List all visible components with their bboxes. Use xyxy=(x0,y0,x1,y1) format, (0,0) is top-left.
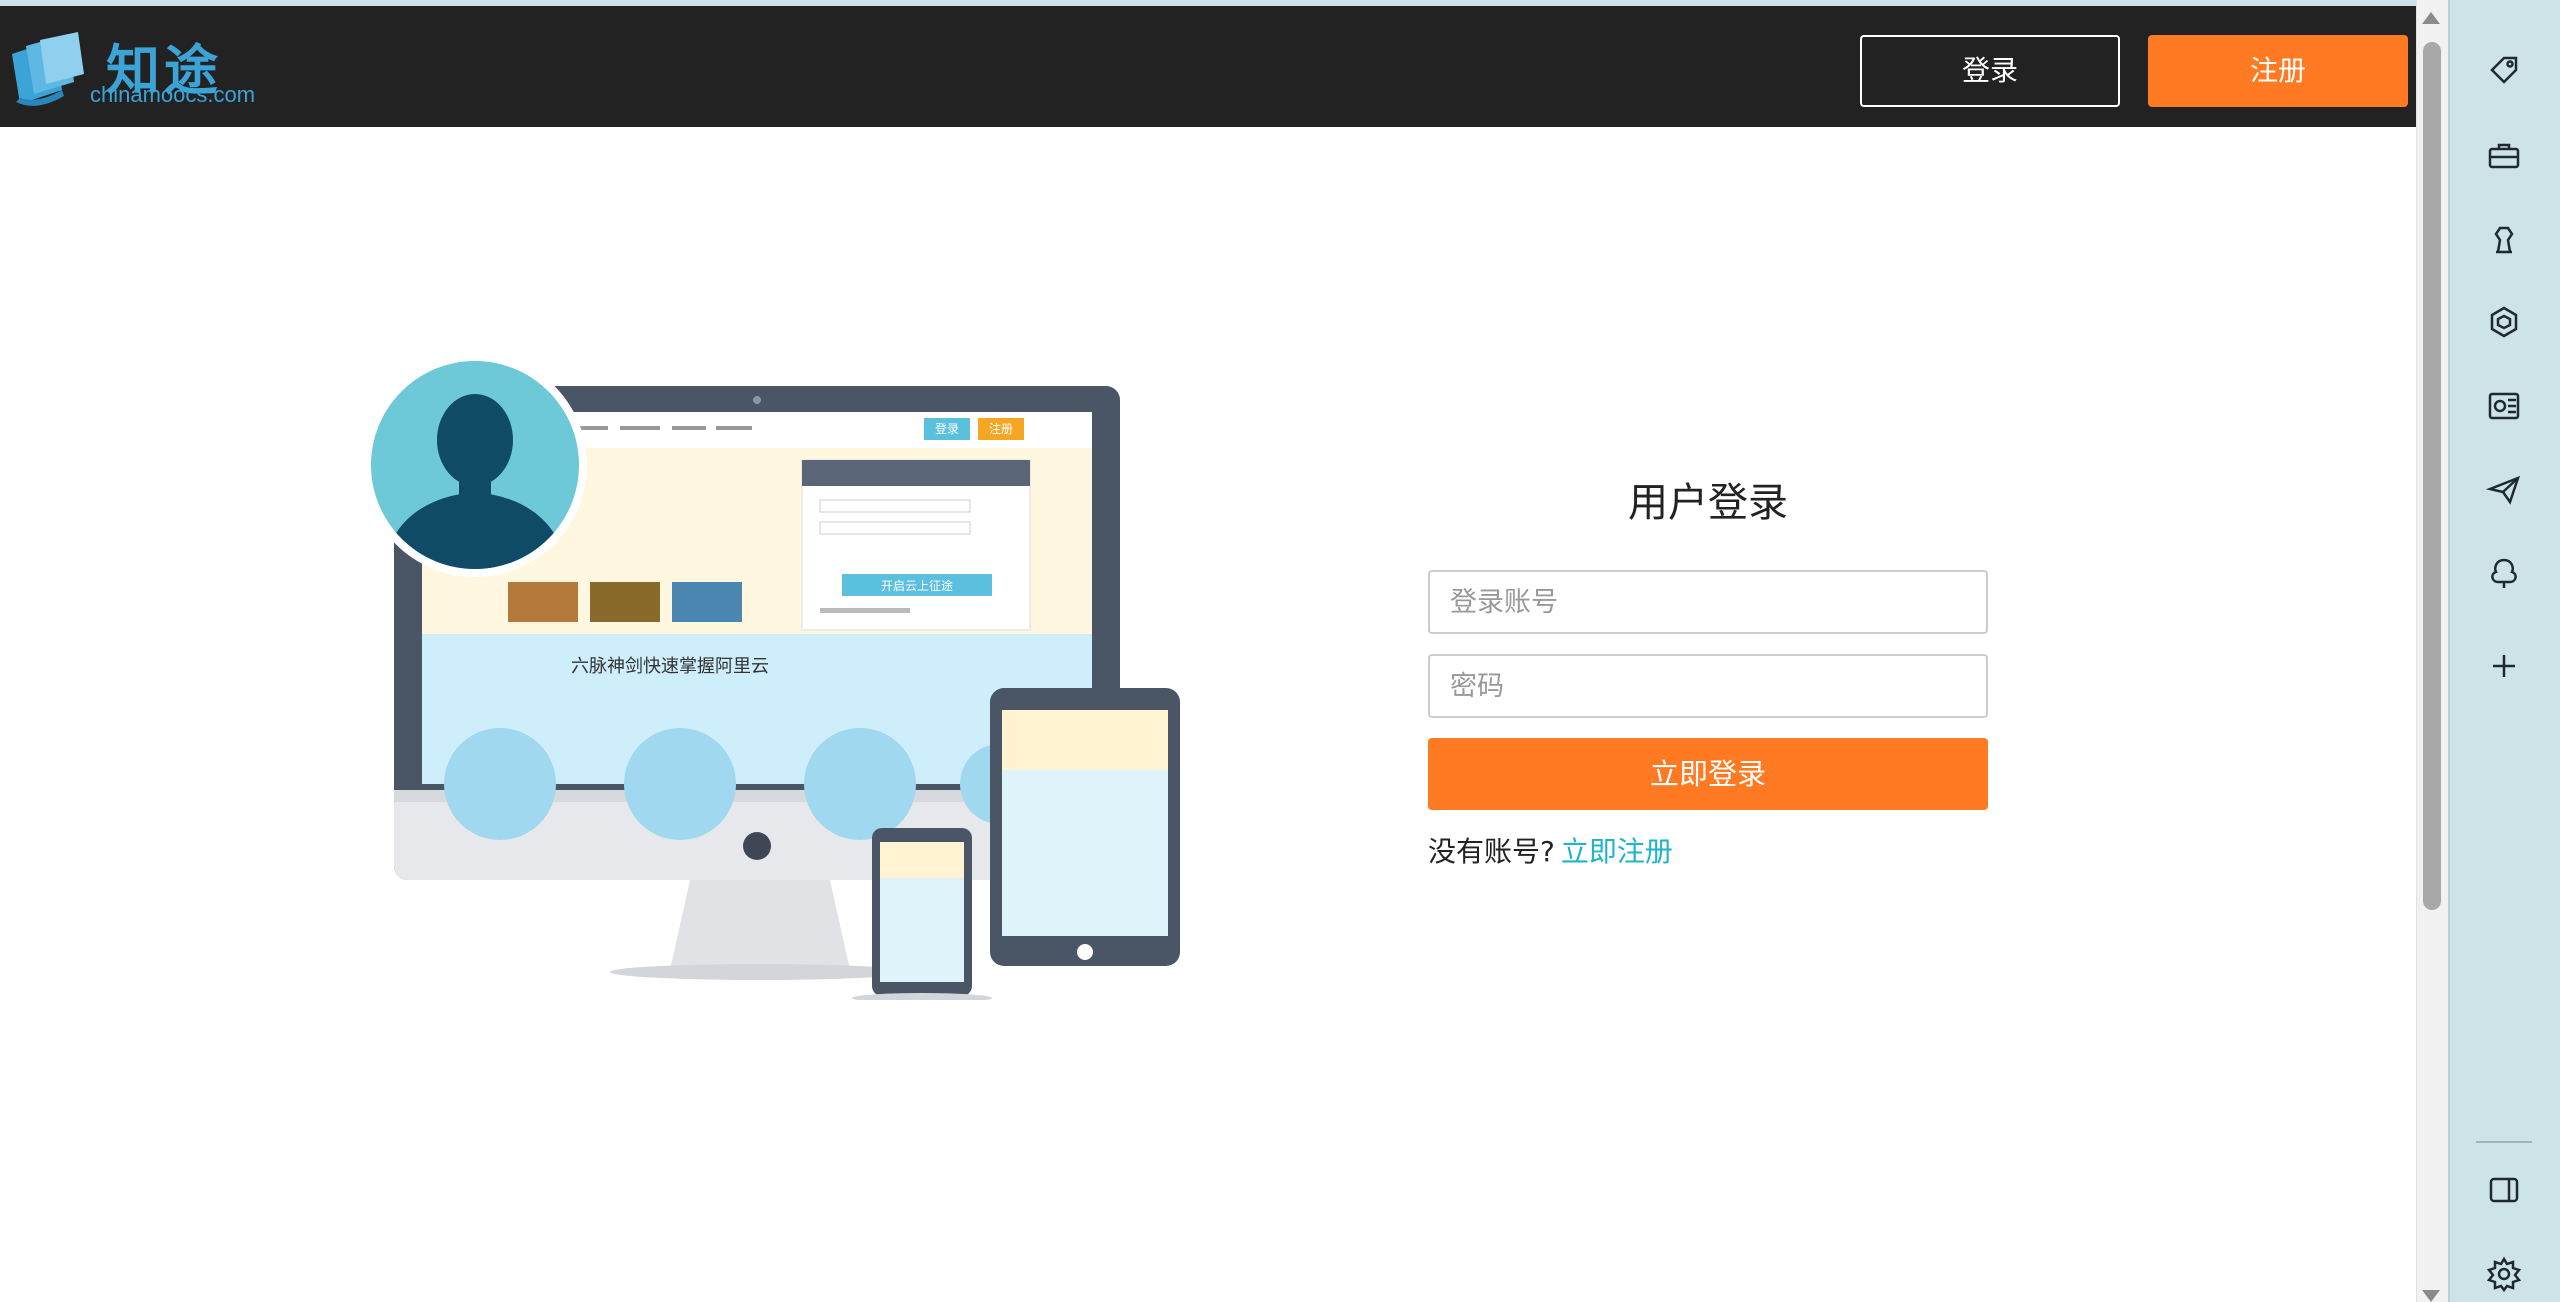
header-login-button[interactable]: 登录 xyxy=(1860,35,2120,107)
no-account-text: 没有账号? xyxy=(1428,835,1555,868)
outlook-icon[interactable] xyxy=(2484,386,2524,426)
screen-banner-text: 六脉神剑快速掌握阿里云 xyxy=(571,656,769,677)
device-illustration: 登录 注册 开启云上征途 六脉神剑快速掌握阿里云 xyxy=(363,360,1180,1000)
monitor-camera xyxy=(753,396,761,404)
tree-icon[interactable] xyxy=(2484,554,2524,594)
tag-icon[interactable] xyxy=(2484,50,2524,90)
monitor-button xyxy=(743,832,771,860)
logo-books-icon xyxy=(12,32,84,106)
add-icon[interactable] xyxy=(2484,646,2524,686)
header-register-button[interactable]: 注册 xyxy=(2148,35,2408,107)
login-submit-button[interactable]: 立即登录 xyxy=(1428,738,1988,810)
no-account-row: 没有账号? 立即注册 xyxy=(1428,830,1673,870)
screen-register-chip-text: 注册 xyxy=(989,421,1013,436)
settings-icon[interactable] xyxy=(2484,1254,2524,1294)
site-logo[interactable]: 知途 chinamoocs.com xyxy=(6,24,256,114)
sidebar-divider xyxy=(2476,1141,2532,1143)
chess-icon[interactable] xyxy=(2484,220,2524,260)
register-link[interactable]: 立即注册 xyxy=(1561,835,1673,868)
account-input[interactable] xyxy=(1428,570,1988,634)
password-input[interactable] xyxy=(1428,654,1988,718)
scroll-up-arrow-icon[interactable] xyxy=(2422,12,2440,24)
logo-english-text: chinamoocs.com xyxy=(90,82,256,107)
scroll-down-arrow-icon[interactable] xyxy=(2422,1290,2440,1302)
login-title: 用户登录 xyxy=(1628,480,1788,526)
toolbox-icon[interactable] xyxy=(2484,136,2524,176)
office-icon[interactable] xyxy=(2484,302,2524,342)
panel-icon[interactable] xyxy=(2484,1170,2524,1210)
send-icon[interactable] xyxy=(2484,470,2524,510)
screen-login-chip-text: 登录 xyxy=(935,421,959,436)
scrollbar-thumb[interactable] xyxy=(2423,42,2441,910)
site-header: 知途 chinamoocs.com 登录 注册 xyxy=(0,6,2416,127)
monitor-stand xyxy=(670,880,850,970)
screen-panel-button-text: 开启云上征途 xyxy=(881,578,953,593)
